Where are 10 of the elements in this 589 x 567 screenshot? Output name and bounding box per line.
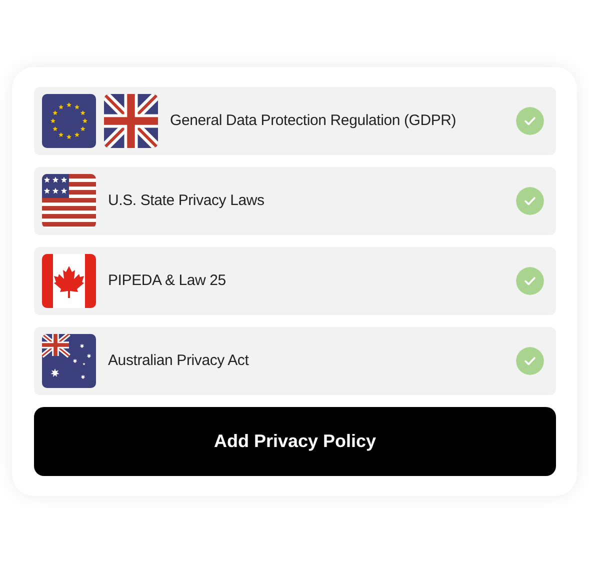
policy-label: Australian Privacy Act xyxy=(108,350,250,371)
policy-label: U.S. State Privacy Laws xyxy=(108,190,266,211)
flag-icon xyxy=(42,254,96,308)
flag-icon xyxy=(42,334,96,388)
flag-icon xyxy=(104,94,158,148)
flag-icon xyxy=(42,174,96,228)
add-privacy-policy-button[interactable]: Add Privacy Policy xyxy=(34,407,556,476)
flag-icon xyxy=(42,94,96,148)
policy-label: General Data Protection Regulation (GDPR) xyxy=(170,110,458,131)
policy-label: PIPEDA & Law 25 xyxy=(108,270,227,291)
